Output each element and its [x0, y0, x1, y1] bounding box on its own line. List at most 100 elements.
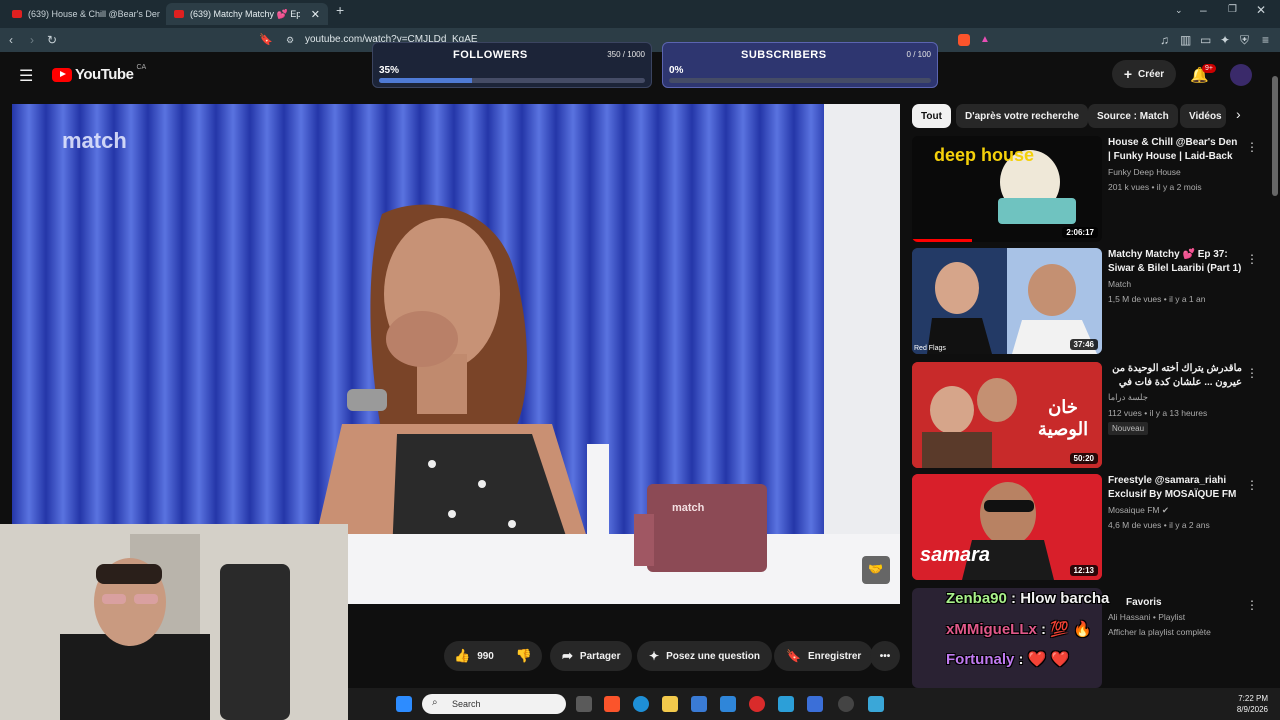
bookmark-icon[interactable]: 🔖 — [259, 28, 273, 52]
tab-list-icon[interactable]: ⌄ — [1175, 0, 1183, 22]
share-button[interactable]: ➦ Partager — [550, 641, 633, 671]
channel-name[interactable]: جلسة دراما — [1108, 392, 1148, 403]
match-watermark: match — [62, 128, 127, 153]
search-icon: ⌕ — [432, 697, 438, 708]
plus-icon: + — [1123, 66, 1133, 82]
mail-icon[interactable] — [720, 696, 736, 712]
save-label: Enregistrer — [807, 650, 862, 662]
channel-name[interactable]: Match — [1108, 279, 1131, 289]
youtube-logo[interactable]: YouTube CA — [52, 64, 147, 83]
taskbar-search-input[interactable]: ⌕ Search — [422, 694, 566, 714]
minimize-icon[interactable]: – — [1200, 0, 1207, 22]
hamburger-menu-icon[interactable]: ☰ — [19, 66, 33, 86]
new-tab-icon[interactable]: + — [336, 0, 344, 22]
brave-browser-icon[interactable] — [604, 696, 620, 712]
more-options-icon[interactable]: ⋮ — [1246, 598, 1258, 612]
chevron-right-icon[interactable]: › — [1236, 106, 1241, 122]
video-thumbnail[interactable]: deep house 2:06:17 — [912, 136, 1102, 242]
share-icon: ➦ — [562, 648, 573, 663]
zed-icon[interactable] — [807, 696, 823, 712]
video-title[interactable]: Matchy Matchy 💕 Ep 37: Siwar & Bilel Laa… — [1108, 248, 1242, 276]
video-title[interactable]: ماقدرش يتراك أخته الوحيدة من عيرون ... ع… — [1108, 362, 1242, 390]
chip-source-match[interactable]: Source : Match — [1088, 104, 1178, 128]
video-thumbnail[interactable]: خان الوصية 50:20 — [912, 362, 1102, 468]
followers-title: FOLLOWERS — [453, 49, 528, 61]
reload-icon[interactable]: ↻ — [47, 28, 57, 52]
page-scrollbar[interactable] — [1270, 56, 1280, 688]
ask-question-button[interactable]: ✦ Posez une question — [637, 641, 772, 671]
video-meta: 1,5 M de vues • il y a 1 an — [1108, 294, 1206, 304]
tab-label: (639) House & Chill @Bear's Den | Fu — [28, 9, 160, 19]
like-count[interactable]: 990 — [477, 651, 494, 662]
like-icon[interactable]: 👍 — [454, 648, 470, 664]
more-horizontal-icon: ••• — [879, 650, 891, 662]
store-icon[interactable] — [691, 696, 707, 712]
close-tab-icon[interactable]: ✕ — [311, 8, 320, 21]
thumb-title: samara — [920, 544, 991, 566]
close-window-icon[interactable]: ✕ — [1256, 0, 1266, 22]
edge-browser-icon[interactable] — [633, 696, 649, 712]
more-options-icon[interactable]: ⋮ — [1246, 252, 1258, 266]
back-icon[interactable]: ‹ — [9, 28, 13, 52]
duration-badge: 37:46 — [1069, 339, 1098, 350]
windows-start-icon[interactable] — [396, 696, 412, 712]
video-title[interactable]: Freestyle @samara_riahi Exclusif By MOSA… — [1108, 474, 1242, 502]
chip-all[interactable]: Tout — [912, 104, 951, 128]
tab-matchy-matchy[interactable]: (639) Matchy Matchy 💕 Ep 93 W ✕ — [166, 3, 328, 25]
video-title[interactable]: House & Chill @Bear's Den | Funky House … — [1108, 136, 1242, 164]
notepad-icon[interactable] — [868, 696, 884, 712]
recommendation-item[interactable]: خان الوصية 50:20 ماقدرش يتراك أخته الوحي… — [912, 362, 1272, 470]
duration-badge: 2:06:17 — [1062, 227, 1098, 238]
subscribers-percent: 0% — [669, 65, 684, 76]
sidebar-icon[interactable]: ▥ — [1180, 28, 1191, 52]
avatar[interactable] — [1230, 64, 1252, 86]
forward-icon[interactable]: › — [30, 28, 34, 52]
vpn-icon[interactable]: ⛨ — [1240, 28, 1249, 52]
brave-shield-icon[interactable] — [958, 34, 970, 46]
rewards-icon[interactable]: ▲ — [980, 28, 990, 52]
save-button[interactable]: 🔖 Enregistrer — [774, 641, 874, 671]
obs-icon[interactable] — [838, 696, 854, 712]
webcam-feed — [0, 524, 348, 720]
maximize-icon[interactable]: ❐ — [1228, 0, 1237, 22]
windows-taskbar: ⌕ Search 7:22 PM 8/9/2026 — [348, 688, 1280, 720]
youtube-play-icon — [52, 67, 72, 82]
opera-icon[interactable] — [749, 696, 765, 712]
channel-name[interactable]: Funky Deep House — [1108, 167, 1181, 177]
create-label: Créer — [1138, 68, 1165, 80]
sparkle-icon: ✦ — [649, 649, 660, 663]
wallet-icon[interactable]: ▭ — [1200, 28, 1211, 52]
video-thumbnail[interactable]: Red Flags 37:46 — [912, 248, 1102, 354]
tab-house-chill[interactable]: (639) House & Chill @Bear's Den | Fu — [4, 3, 160, 25]
scrollbar-thumb[interactable] — [1272, 76, 1278, 196]
channel-name[interactable]: Mosaique FM ✔ — [1108, 505, 1169, 516]
file-explorer-icon[interactable] — [662, 696, 678, 712]
dislike-icon[interactable]: 👎 — [516, 648, 532, 664]
more-options-icon[interactable]: ⋮ — [1246, 478, 1258, 492]
site-info-icon[interactable]: ⚙ — [286, 28, 294, 52]
video-meta: 201 k vues • il y a 2 mois — [1108, 182, 1202, 192]
video-thumbnail[interactable]: samara 12:13 — [912, 474, 1102, 580]
subscribers-title: SUBSCRIBERS — [741, 49, 827, 61]
menu-icon[interactable]: ≡ — [1262, 28, 1269, 52]
duration-badge: 50:20 — [1069, 453, 1098, 464]
more-actions-button[interactable]: ••• — [870, 641, 900, 671]
more-options-icon[interactable]: ⋮ — [1246, 366, 1258, 380]
country-code: CA — [136, 64, 147, 71]
notification-badge: 9+ — [1202, 64, 1216, 73]
taskbar-clock[interactable]: 7:22 PM 8/9/2026 — [1237, 693, 1268, 715]
watch-progress — [912, 239, 972, 242]
task-view-icon[interactable] — [576, 696, 592, 712]
recommendation-item[interactable]: deep house 2:06:17 House & Chill @Bear's… — [912, 136, 1272, 244]
chat-text: : Hlow barcha — [1011, 590, 1110, 607]
recommendation-item[interactable]: Red Flags 37:46 Matchy Matchy 💕 Ep 37: S… — [912, 248, 1272, 356]
recommendation-item[interactable]: samara 12:13 Freestyle @samara_riahi Exc… — [912, 474, 1272, 582]
chat-message: xMMigueLLx : 💯 🔥 — [946, 620, 1092, 638]
chip-videos[interactable]: Vidéos — [1180, 104, 1226, 128]
app-icon[interactable] — [778, 696, 794, 712]
leo-icon[interactable]: ✦ — [1220, 28, 1230, 52]
more-options-icon[interactable]: ⋮ — [1246, 140, 1258, 154]
create-button[interactable]: + Créer — [1112, 60, 1176, 88]
chip-search-based[interactable]: D'après votre recherche — [956, 104, 1089, 128]
music-icon[interactable]: ♫ — [1160, 28, 1169, 52]
